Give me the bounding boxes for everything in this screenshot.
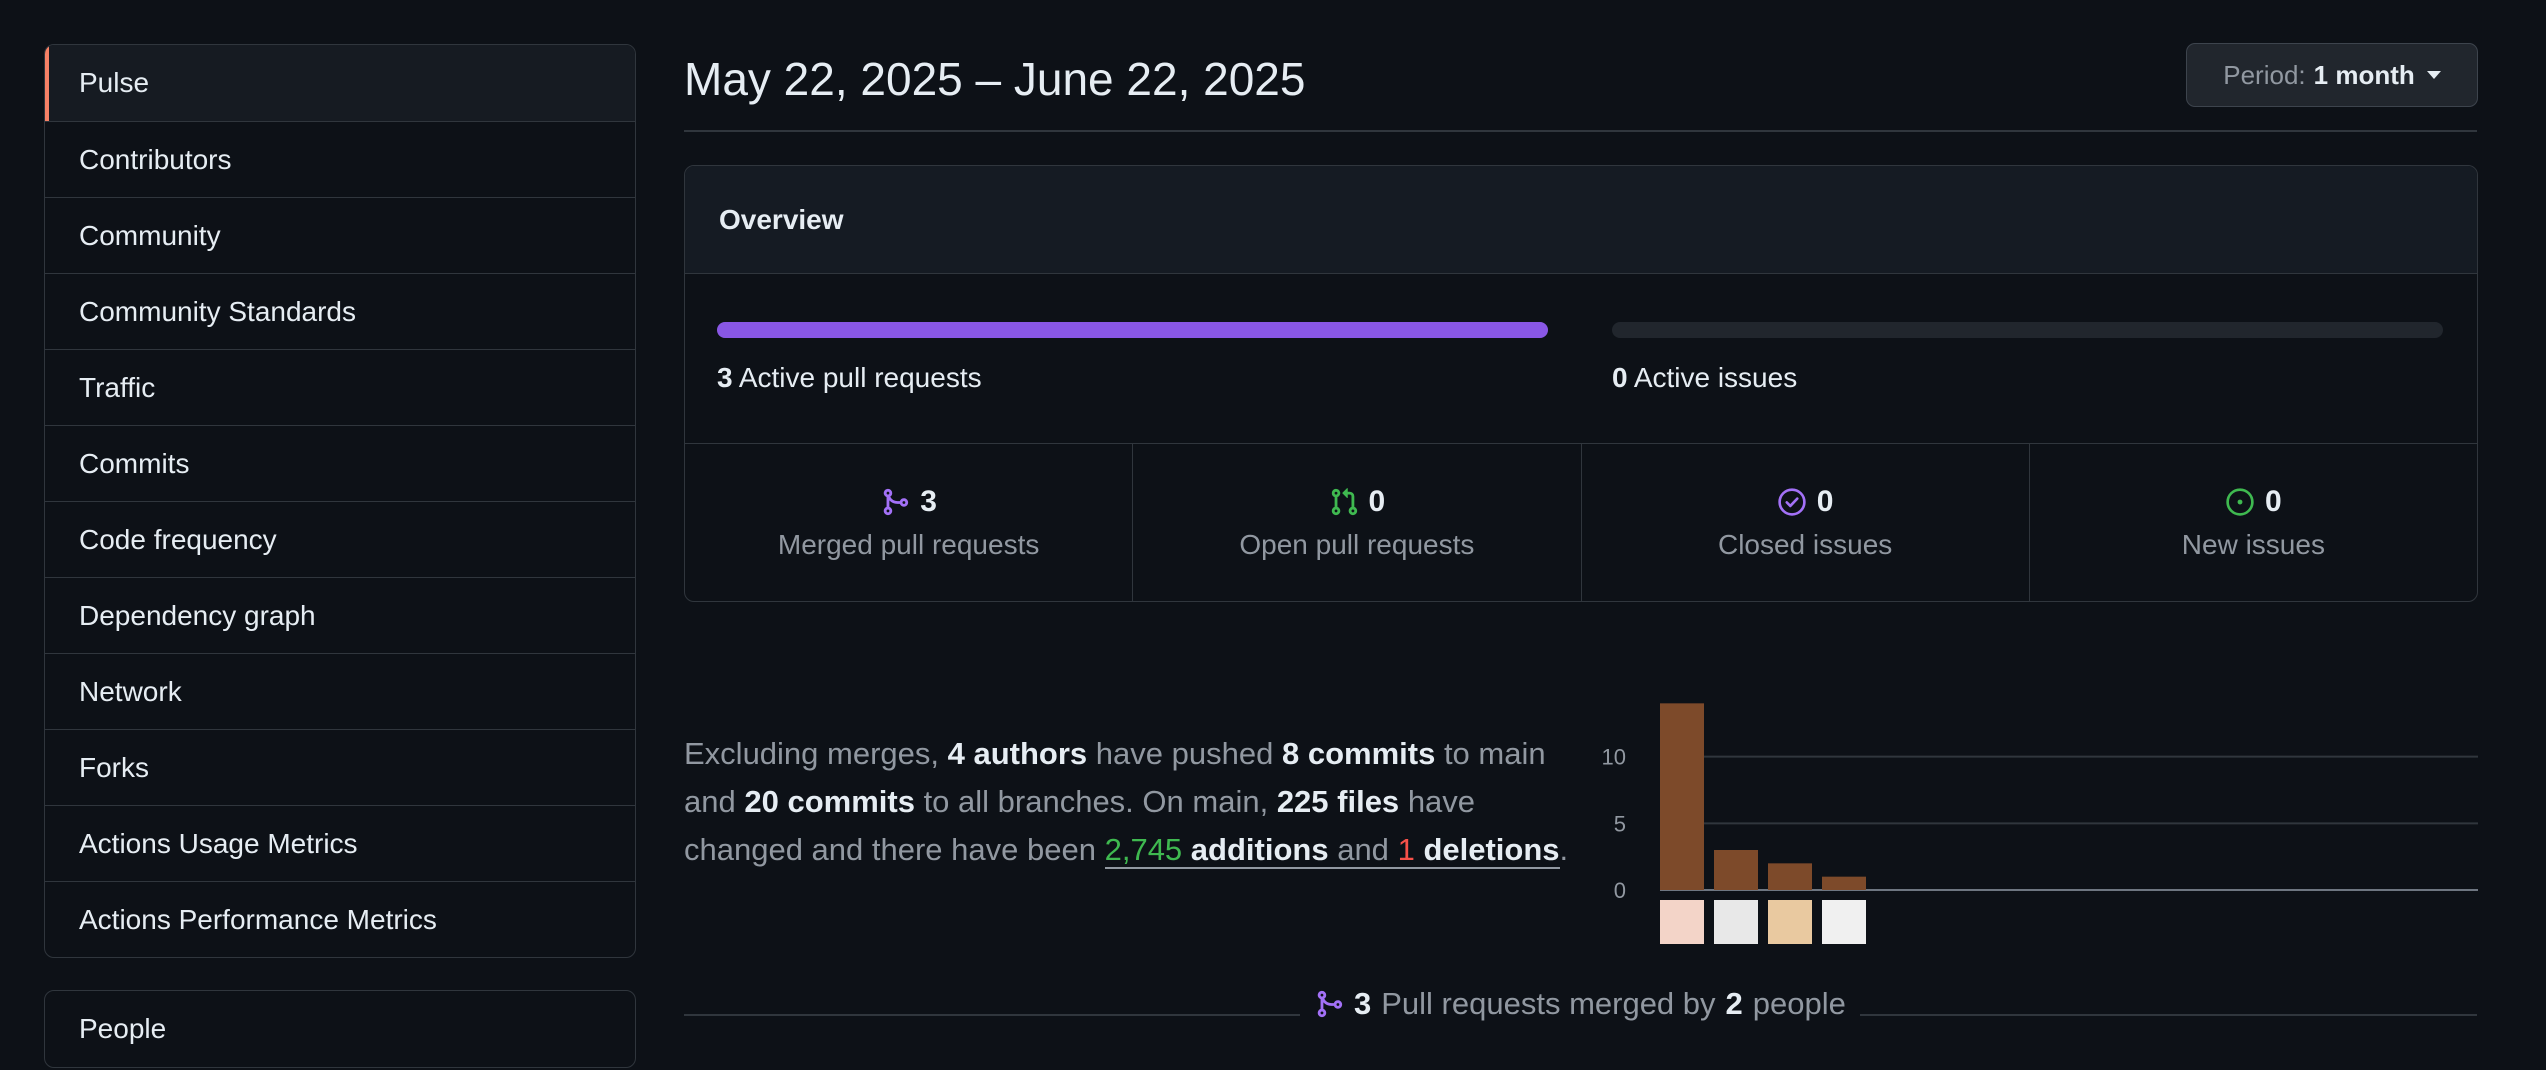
sidebar-item-community-standards[interactable]: Community Standards <box>45 273 635 349</box>
sidebar-item-label: Network <box>79 675 182 707</box>
author-avatar[interactable] <box>1768 900 1812 944</box>
page-title: May 22, 2025 – June 22, 2025 <box>684 53 1306 105</box>
y-tick-label: 5 <box>1614 811 1626 836</box>
summary-text: Excluding merges, <box>684 736 940 771</box>
git-merge-icon <box>884 488 909 515</box>
stat-value: 3 <box>920 484 937 518</box>
stat-value: 0 <box>1368 484 1386 518</box>
pull-requests-progress-fill <box>717 322 1548 338</box>
stat-merged-pull-requests[interactable]: 3 Merged pull requests <box>685 444 1132 601</box>
chevron-down-icon <box>2426 71 2441 79</box>
stat-value: 0 <box>2265 484 2282 518</box>
y-tick-label: 10 <box>1602 745 1626 770</box>
active-issues-count: 0 <box>1612 362 1628 393</box>
sidebar-item-network[interactable]: Network <box>45 653 635 729</box>
people-count: 2 <box>1725 986 1743 1021</box>
sidebar-item-label: Pulse <box>79 67 150 98</box>
stat-label: Open pull requests <box>1239 528 1475 560</box>
sidebar-item-traffic[interactable]: Traffic <box>45 349 635 425</box>
author-avatar[interactable] <box>1660 900 1704 944</box>
author-avatar[interactable] <box>1714 900 1758 944</box>
merged-count: 3 <box>1354 986 1372 1021</box>
sidebar-item-label: Forks <box>79 751 149 783</box>
sidebar-item-label: Commits <box>79 447 190 479</box>
deletions-label: deletions <box>1423 832 1560 867</box>
commit-bar[interactable] <box>1768 863 1812 890</box>
summary-text: and <box>1337 832 1389 867</box>
divider <box>684 130 2477 132</box>
sidebar-item-actions-usage-metrics[interactable]: Actions Usage Metrics <box>45 805 635 881</box>
stat-label: Closed issues <box>1717 528 1893 560</box>
overview-panel: Overview 3 Active pull requests 0 Active… <box>684 165 2478 602</box>
stat-open-pull-requests[interactable]: 0 Open pull requests <box>1132 444 1580 601</box>
stat-closed-issues[interactable]: 0 Closed issues <box>1580 444 2029 601</box>
active-issues-label: Active issues <box>1633 362 1798 393</box>
active-issues-link[interactable]: 0 Active issues <box>1612 362 1797 394</box>
summary-text: . <box>1559 832 1569 867</box>
authors-count: 4 authors <box>947 736 1088 771</box>
code-changes-link[interactable]: 2,745 additions and 1 deletions <box>1104 832 1560 869</box>
summary-text: have pushed <box>1095 736 1274 771</box>
sidebar-item-label: Traffic <box>79 371 156 403</box>
insights-sidebar: Pulse Contributors Community Community S… <box>44 44 636 958</box>
issue-closed-icon <box>1778 487 1806 516</box>
sidebar-item-actions-performance-metrics[interactable]: Actions Performance Metrics <box>45 881 635 957</box>
overview-stats: 3 Merged pull requests 0 Open pull reque… <box>685 444 2477 601</box>
git-merge-icon <box>1317 990 1343 1018</box>
commit-summary: Excluding merges, 4 authors have pushed … <box>684 730 1584 874</box>
merged-text: Pull requests merged by <box>1381 986 1716 1021</box>
git-pull-request-icon <box>1331 487 1357 515</box>
sidebar-item-label: Community <box>79 219 221 251</box>
sidebar-item-code-frequency[interactable]: Code frequency <box>45 501 635 577</box>
period-value: 1 month <box>2313 59 2415 90</box>
sidebar-item-label: People <box>79 1013 167 1044</box>
period-dropdown-button[interactable]: Period: 1 month <box>2186 43 2478 107</box>
sidebar-item-dependency-graph[interactable]: Dependency graph <box>45 577 635 653</box>
sidebar-item-label: Dependency graph <box>79 599 316 631</box>
active-pull-requests-label: Active pull requests <box>738 362 982 393</box>
issue-opened-icon <box>2226 487 2254 516</box>
files-count: 225 files <box>1276 784 1400 819</box>
sidebar-item-label: Actions Performance Metrics <box>79 903 437 935</box>
additions-count: 2,745 <box>1104 832 1183 867</box>
sidebar-item-label: Actions Usage Metrics <box>79 827 358 859</box>
sidebar-item-contributors[interactable]: Contributors <box>45 121 635 197</box>
sidebar-item-community[interactable]: Community <box>45 197 635 273</box>
all-commits-count: 20 commits <box>744 784 915 819</box>
sidebar-item-label: Community Standards <box>79 295 357 327</box>
y-tick-label: 0 <box>1614 878 1626 903</box>
commit-bar[interactable] <box>1714 850 1758 890</box>
deletions-count: 1 <box>1397 832 1415 867</box>
merged-text: people <box>1752 986 1846 1021</box>
issues-progress-bar[interactable] <box>1612 322 2443 338</box>
stat-value: 0 <box>1816 484 1834 518</box>
additions-label: additions <box>1190 832 1329 867</box>
merged-pull-requests-heading: 3 Pull requests merged by 2 people <box>1300 986 1860 1022</box>
summary-text: to all branches. On main, <box>923 784 1269 819</box>
sidebar-item-label: Contributors <box>79 143 232 175</box>
period-prefix: Period: <box>2223 59 2306 90</box>
sidebar-item-people[interactable]: People <box>44 990 636 1068</box>
sidebar-item-commits[interactable]: Commits <box>45 425 635 501</box>
overview-title: Overview <box>685 166 2477 274</box>
sidebar-item-label: Code frequency <box>79 523 277 555</box>
stat-new-issues[interactable]: 0 New issues <box>2028 444 2477 601</box>
main-commits-count: 8 commits <box>1281 736 1436 771</box>
author-avatar[interactable] <box>1822 900 1866 944</box>
sidebar-item-pulse[interactable]: Pulse <box>45 45 635 121</box>
commits-by-author-chart: 0 5 10 <box>1602 703 2478 944</box>
commit-bar[interactable] <box>1660 703 1704 890</box>
commit-bar[interactable] <box>1822 876 1866 890</box>
stat-label: Merged pull requests <box>777 528 1040 560</box>
activity-progress: 3 Active pull requests 0 Active issues <box>685 274 2477 444</box>
sidebar-item-forks[interactable]: Forks <box>45 729 635 805</box>
active-pull-requests-link[interactable]: 3 Active pull requests <box>717 362 982 394</box>
stat-label: New issues <box>2181 528 2325 560</box>
active-pull-requests-count: 3 <box>717 362 733 393</box>
pull-requests-progress-bar[interactable] <box>717 322 1548 338</box>
